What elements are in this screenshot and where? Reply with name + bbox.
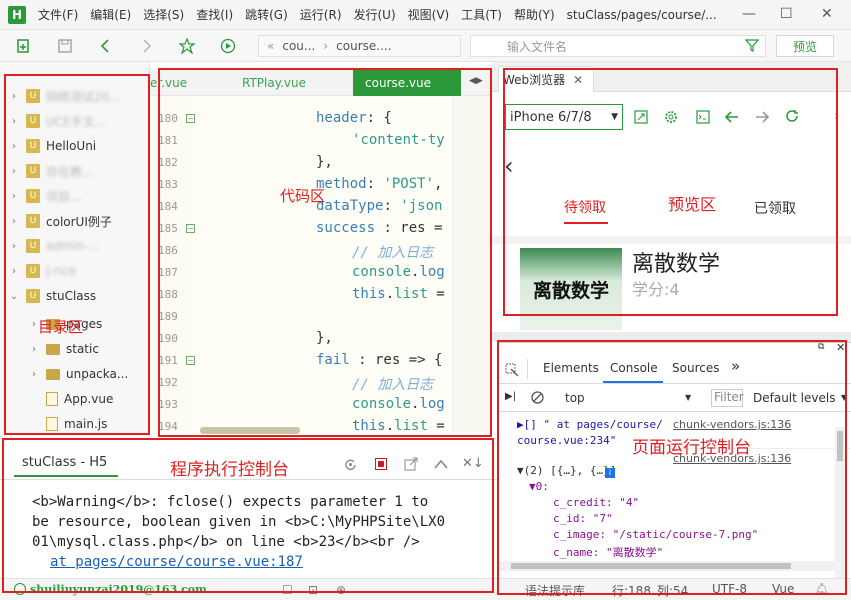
menubar: H 文件(F) 编辑(E) 选择(S) 查找(I) 跳转(G) 运行(R) 发行(U) 视图(… — [0, 0, 851, 30]
run-icon[interactable] — [220, 38, 236, 54]
menu-item[interactable]: 视图(V) — [408, 6, 450, 23]
preview-button[interactable]: 预览 — [776, 35, 834, 57]
filter-icon[interactable] — [745, 38, 759, 52]
preview-area-box — [503, 68, 838, 316]
maximize-icon[interactable]: ☐ — [780, 6, 793, 22]
annotation-code: 代码区 — [280, 187, 326, 205]
back-icon[interactable] — [98, 38, 114, 54]
menu-item[interactable]: 发行(U) — [354, 6, 396, 23]
breadcrumb-item[interactable]: course.... — [336, 39, 391, 53]
minimize-icon[interactable]: — — [742, 6, 756, 22]
menu-item[interactable]: 查找(I) — [196, 6, 233, 23]
page-console-box — [497, 340, 847, 595]
annotation-run-console: 程序执行控制台 — [170, 460, 289, 480]
file-search-placeholder: 输入文件名 — [507, 39, 568, 54]
breadcrumb-item[interactable]: cou... — [282, 39, 315, 53]
menu-item[interactable]: 运行(R) — [300, 6, 342, 23]
code-area-box — [158, 68, 492, 437]
breadcrumb[interactable]: « cou... › course.... — [258, 35, 461, 57]
window-title: stuClass/pages/course/... — [566, 7, 717, 22]
hbuilder-logo: H — [8, 5, 26, 24]
annotation-directory: 目录区 — [38, 318, 84, 336]
menu-item[interactable]: 文件(F) — [38, 6, 78, 23]
menu-item[interactable]: 跳转(G) — [245, 6, 288, 23]
new-file-icon[interactable] — [16, 38, 32, 54]
chevron-right-icon: › — [323, 39, 329, 53]
file-search-input[interactable]: 输入文件名 — [470, 35, 766, 57]
menu-item[interactable]: 帮助(Y) — [514, 6, 555, 23]
menu-item[interactable]: 工具(T) — [461, 6, 502, 23]
menu-item[interactable]: 选择(S) — [143, 6, 184, 23]
breadcrumb-back-icon: « — [267, 39, 275, 53]
menu-list: 文件(F) 编辑(E) 选择(S) 查找(I) 跳转(G) 运行(R) 发行(U) 视图(V)… — [26, 6, 555, 23]
toolbar: « cou... › course.... 输入文件名 预览 — [0, 30, 851, 62]
star-icon[interactable] — [179, 38, 195, 54]
annotation-page-console: 页面运行控制台 — [632, 438, 751, 458]
menu-item[interactable]: 编辑(E) — [90, 6, 131, 23]
directory-area-box — [4, 74, 150, 435]
close-icon[interactable]: ✕ — [821, 6, 833, 22]
forward-icon[interactable] — [138, 38, 154, 54]
save-icon[interactable] — [57, 38, 73, 54]
